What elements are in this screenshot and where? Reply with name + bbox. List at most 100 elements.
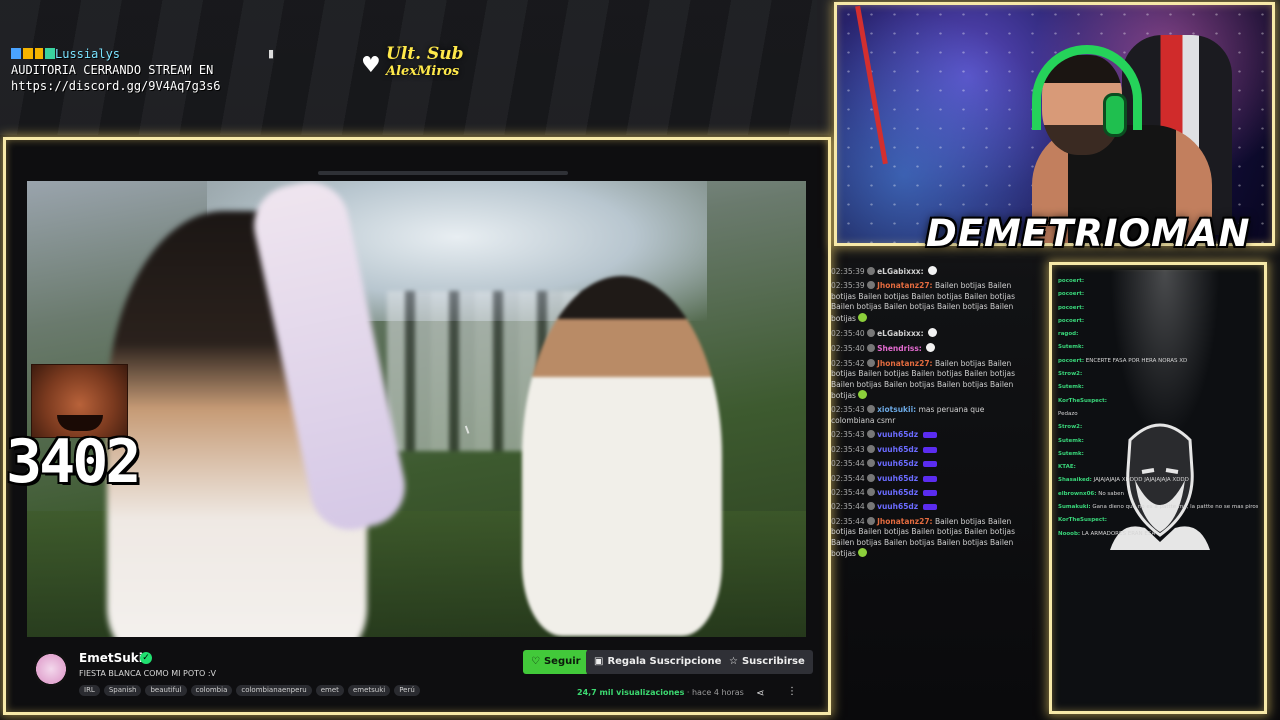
verified-icon: ✓	[140, 652, 152, 664]
webcam-frame	[834, 2, 1275, 246]
chat-avatar-icon	[867, 329, 876, 338]
marquee-line1: AUDITORIA CERRANDO STREAM EN	[11, 63, 214, 77]
chat-message: 02:35:39 Jhonatanz27: Bailen botijas Bai…	[831, 281, 1027, 324]
stream-meta: 24,7 mil visualizaciones · hace 4 horas	[577, 688, 744, 697]
chat-avatar-icon	[867, 473, 876, 482]
more-options-icon[interactable]: ⋮	[787, 686, 797, 697]
side-chat-text: ENCERTE FASA POR HERA NORAS XD	[1085, 357, 1188, 364]
browser-top-bar	[318, 171, 568, 175]
chat-timestamp: 02:35:44	[831, 459, 865, 469]
video-player[interactable]	[27, 181, 806, 637]
tag-chip[interactable]: emetsuki	[347, 685, 391, 696]
streamer-name: DEMETRIOMAN	[926, 212, 1251, 255]
subscribe-button[interactable]: ☆ Suscribirse	[721, 650, 813, 674]
chat-timestamp: 02:35:44	[831, 502, 865, 512]
pin-icon: ▮	[268, 47, 275, 60]
heart-outline-icon: ♡	[531, 656, 540, 667]
chat-username[interactable]: eLGabixxx:	[877, 267, 924, 276]
tag-chip[interactable]: colombia	[190, 685, 233, 696]
tag-chip[interactable]: IRL	[79, 685, 100, 696]
tag-chip[interactable]: Spanish	[103, 685, 142, 696]
chat-username[interactable]: vuuh65dz	[877, 502, 918, 511]
side-chat-username: pocoert:	[1058, 317, 1085, 324]
side-chat-username: pocoert:	[1058, 357, 1085, 364]
chat-message: 02:35:42 Jhonatanz27: Bailen botijas Bai…	[831, 358, 1027, 402]
purple-emote-icon	[922, 504, 937, 511]
chat-username[interactable]: vuuh65dz	[877, 430, 918, 439]
last-sub-label: Ult. Sub	[386, 44, 464, 64]
side-chat-message: Strow2:	[1058, 424, 1258, 431]
emote-icon	[928, 266, 938, 275]
side-chat-text: JAJAJAJAJA XDDDD JAJAJAJAJA XDDD	[1093, 477, 1189, 484]
channel-name[interactable]: EmetSuki	[79, 651, 143, 665]
side-chat-message: KorTheSuspect:	[1058, 398, 1258, 405]
side-chat-username: Shasaiked:	[1058, 477, 1092, 484]
side-chat-username: Sutemk:	[1058, 344, 1084, 351]
side-chat-username: pocoert:	[1058, 291, 1085, 298]
chat-message: 02:35:44 vuuh65dz	[831, 473, 1027, 484]
chat-avatar-icon	[867, 459, 876, 468]
chat-message: 02:35:43 xiotsukii: mas peruana que colo…	[831, 405, 1027, 426]
chat-username[interactable]: Jhonatanz27:	[877, 517, 932, 526]
channel-avatar[interactable]	[34, 651, 68, 687]
chat-message: 02:35:43 vuuh65dz	[831, 444, 1027, 455]
chat-avatar-icon	[867, 344, 876, 353]
follow-button[interactable]: ♡ Seguir	[523, 650, 589, 674]
share-icon[interactable]: ⋖	[756, 688, 764, 699]
last-sub-name: AlexMiros	[386, 64, 460, 79]
chat-username[interactable]: eLGabixxx:	[877, 329, 924, 338]
chat-avatar-icon	[867, 487, 876, 496]
emote-icon	[928, 328, 938, 338]
chat-message: 02:35:39 eLGabixxx:	[831, 266, 1027, 277]
chat-avatar-icon	[867, 430, 876, 439]
side-chat-username: Strow2:	[1058, 424, 1083, 431]
marquee-username: Lussialys	[55, 47, 121, 61]
user-badges-icon	[11, 48, 55, 59]
marquee-line2: https://discord.gg/9V4Aq7g3s6	[11, 79, 221, 93]
side-chat-username: KorTheSuspect:	[1058, 397, 1107, 404]
side-chat-username: Nooob:	[1058, 530, 1081, 537]
chat-username[interactable]: vuuh65dz	[877, 459, 918, 468]
side-chat-username: Strow2:	[1058, 371, 1083, 378]
side-chat-message: Sutemk:	[1058, 344, 1258, 351]
side-chat-username: Sutemk:	[1058, 437, 1084, 444]
chat-avatar-icon	[867, 444, 876, 453]
heart-icon: ♥	[361, 53, 381, 78]
tag-chip[interactable]: Perú	[394, 685, 420, 696]
side-chat-message: KorTheSuspect:	[1058, 517, 1258, 524]
purple-emote-icon	[922, 446, 937, 453]
chat-message: 02:35:40 eLGabixxx:	[831, 328, 1027, 339]
chat-timestamp: 02:35:40	[831, 329, 865, 339]
side-chat-username: KorTheSuspect:	[1058, 517, 1107, 524]
side-chat-text: LA ARMADORES ERAN ESA	[1081, 530, 1156, 537]
chat-username[interactable]: vuuh65dz	[877, 445, 918, 454]
chat-timestamp: 02:35:43	[831, 444, 865, 454]
gift-subs-button[interactable]: ▣ Regala Suscripciones	[586, 650, 736, 674]
side-chat-username: pocoert:	[1058, 304, 1085, 311]
view-count: 24,7 mil visualizaciones	[577, 688, 685, 697]
side-chat-message: Sumakuki: Gana dieno que no es a pattte …	[1058, 504, 1258, 511]
tag-chip[interactable]: emet	[315, 685, 344, 696]
chat-timestamp: 02:35:39	[831, 267, 865, 276]
green-emote-icon	[857, 547, 867, 557]
side-chat-message: KTAE:	[1058, 464, 1258, 471]
chat-timestamp: 02:35:44	[831, 487, 865, 497]
subscribe-label: Suscribirse	[741, 656, 805, 667]
last-sub-widget: Ult. Sub AlexMiros	[386, 44, 464, 80]
chat-timestamp: 02:35:40	[831, 344, 865, 354]
chat-message: 02:35:40 Shendriss:	[831, 343, 1027, 354]
chat-username[interactable]: Jhonatanz27:	[877, 281, 932, 290]
tag-chip[interactable]: beautiful	[145, 685, 187, 696]
side-chat-username: Sutemk:	[1058, 384, 1084, 391]
chat-username[interactable]: Jhonatanz27:	[877, 359, 932, 368]
side-chat-message: elbrownx06: No saben	[1058, 491, 1258, 498]
side-chat-message: pocoert:	[1058, 318, 1258, 325]
side-chat-message: Nooob: LA ARMADORES ERAN ESA	[1058, 531, 1258, 538]
chat-username[interactable]: vuuh65dz	[877, 488, 918, 497]
chat-username[interactable]: Shendriss:	[877, 344, 922, 353]
side-chat-message: pocoert:	[1058, 278, 1258, 285]
chat-username[interactable]: vuuh65dz	[877, 474, 918, 483]
chat-username[interactable]: xiotsukii:	[877, 405, 916, 414]
chat-avatar-icon	[867, 502, 876, 511]
tag-chip[interactable]: colombianaenperu	[236, 685, 312, 696]
